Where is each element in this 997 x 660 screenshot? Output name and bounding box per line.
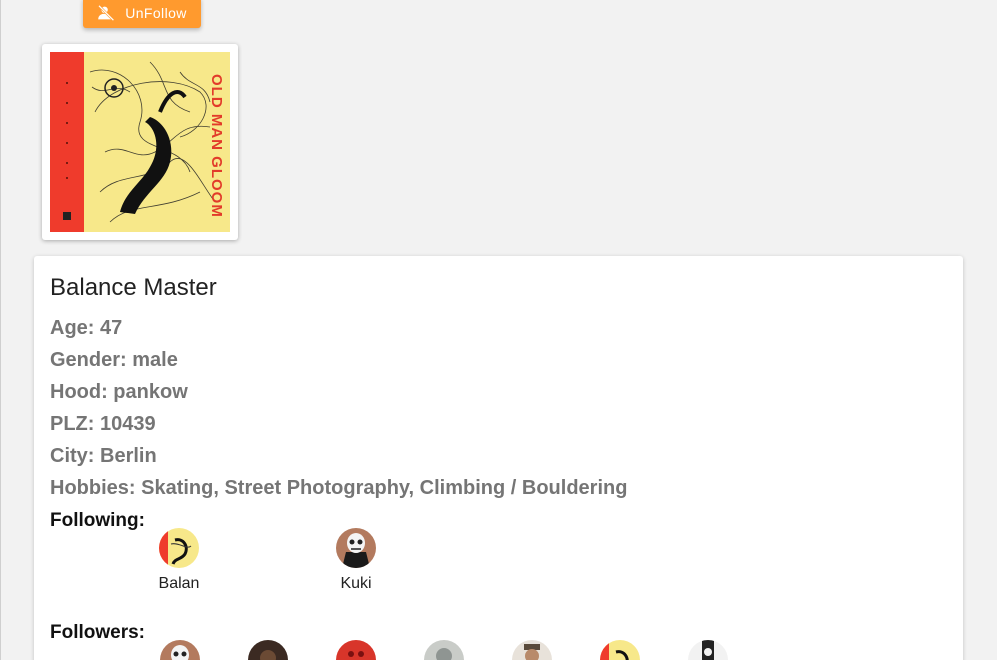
- follower-person[interactable]: [336, 640, 376, 660]
- profile-plz: PLZ: 10439: [50, 413, 156, 435]
- profile-hobbies: Hobbies: Skating, Street Photography, Cl…: [50, 477, 628, 499]
- follower-person[interactable]: [688, 640, 728, 660]
- follower-person[interactable]: [600, 640, 640, 660]
- follower-person[interactable]: [160, 640, 200, 660]
- avatar: [688, 640, 728, 660]
- followers-label: Followers:: [50, 622, 146, 643]
- profile-hood: Hood: pankow: [50, 381, 188, 403]
- avatar: [600, 640, 640, 660]
- follower-person[interactable]: [424, 640, 464, 660]
- unfollow-button[interactable]: UnFollow: [83, 0, 201, 28]
- profile-city: City: Berlin: [50, 445, 157, 467]
- following-person[interactable]: Kuki: [326, 528, 386, 593]
- profile-name: Balance Master: [50, 274, 217, 301]
- following-person[interactable]: Balan: [149, 528, 209, 593]
- avatar: [336, 528, 376, 568]
- album-cover-card[interactable]: OLD MAN GLOOM: [42, 44, 238, 240]
- avatar: [336, 640, 376, 660]
- avatar: [248, 640, 288, 660]
- profile-age: Age: 47: [50, 317, 123, 339]
- avatar: [159, 528, 199, 568]
- avatar: [160, 640, 200, 660]
- remove-person-icon: [98, 5, 115, 21]
- profile-gender: Gender: male: [50, 349, 178, 371]
- follower-person[interactable]: [512, 640, 552, 660]
- following-person-name: Kuki: [340, 575, 372, 592]
- follower-person[interactable]: [248, 640, 288, 660]
- svg-text:OLD MAN GLOOM: OLD MAN GLOOM: [208, 74, 225, 218]
- avatar: [512, 640, 552, 660]
- following-person-name: Balan: [158, 575, 200, 592]
- avatar: [424, 640, 464, 660]
- unfollow-label: UnFollow: [125, 5, 187, 21]
- album-cover-image: OLD MAN GLOOM: [50, 52, 230, 232]
- following-label: Following:: [50, 510, 145, 531]
- profile-card: Balance Master Age: 47 Gender: male Hood…: [34, 256, 963, 660]
